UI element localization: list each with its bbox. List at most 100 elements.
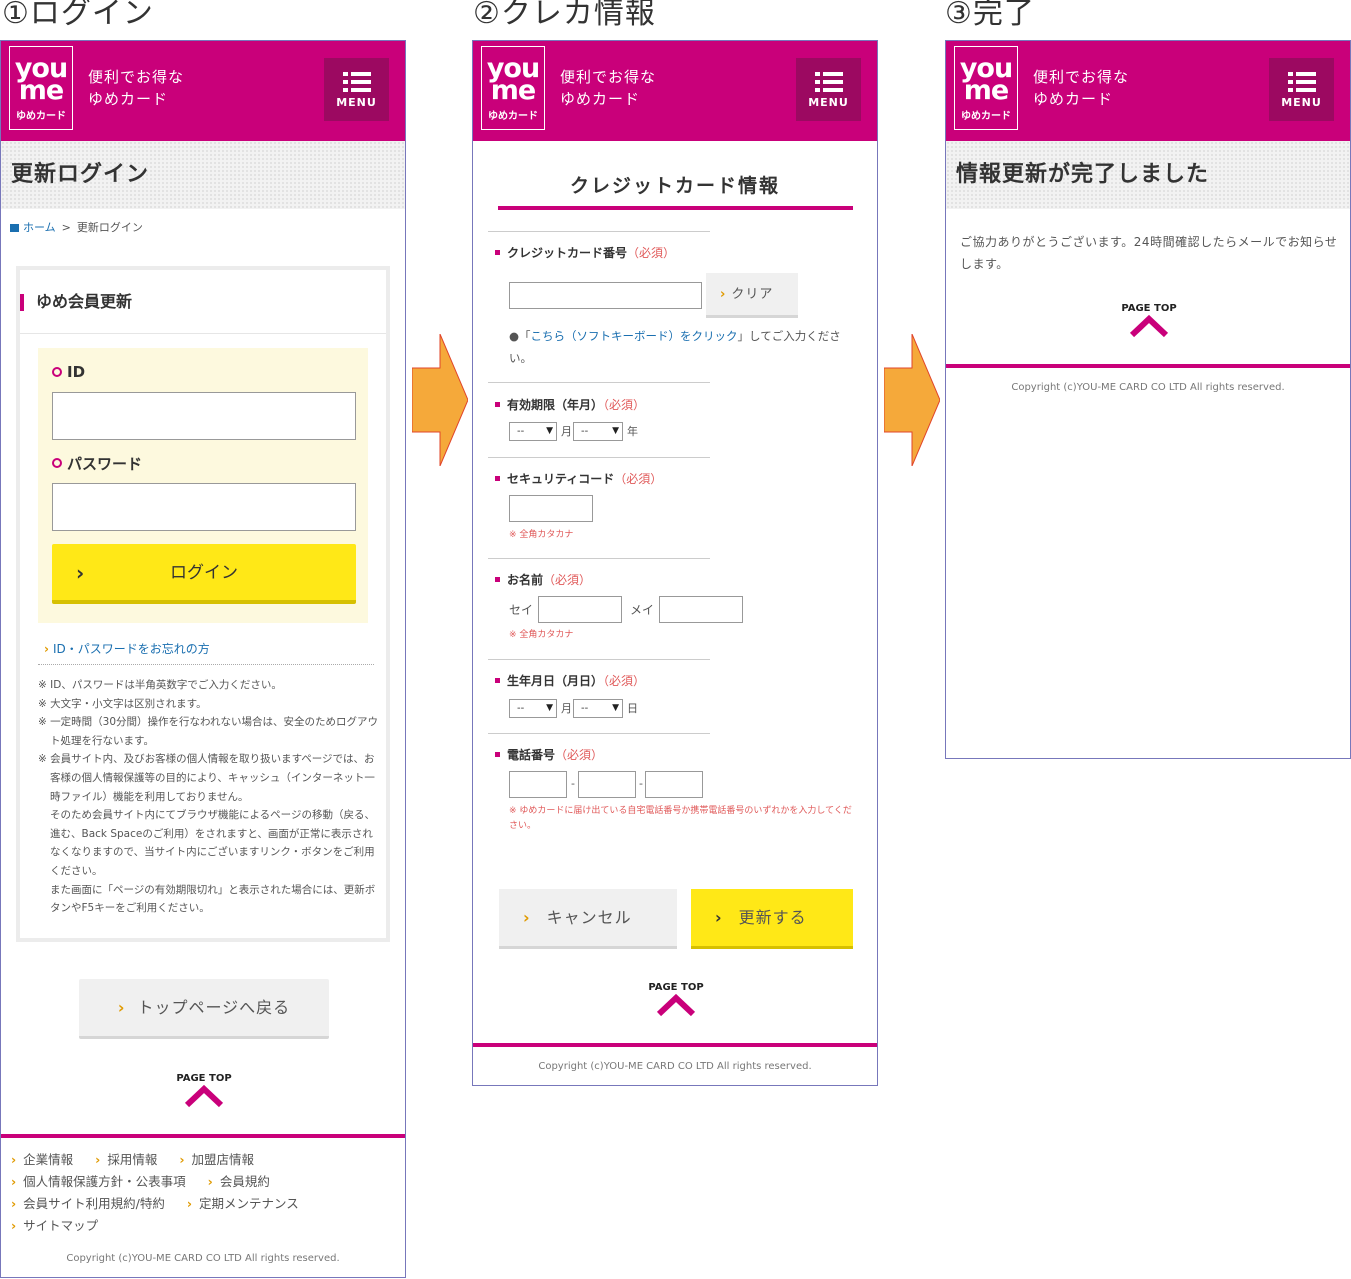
footer-link-label: 会員規約 [219,1174,270,1189]
phone-input-2[interactable] [578,771,636,798]
section-divider [488,733,710,734]
clear-button[interactable]: › クリア [706,273,798,318]
month-unit: 月 [561,425,572,438]
update-button-label: 更新する [738,908,807,927]
tagline-line1: 便利でお得な [1033,68,1130,86]
forgot-password-link[interactable]: › ID・パスワードをお忘れの方 [44,640,210,657]
youme-logo[interactable]: you me ゆめカード [9,46,73,130]
page-top-label: PAGE TOP [648,982,704,993]
page-top-link[interactable]: PAGE TOP [144,1073,264,1108]
footer-link-recruit[interactable]: › 採用情報 [95,1152,157,1167]
id-label-text: ID [67,363,86,381]
ring-bullet-icon [52,458,62,468]
phone-separator: - [571,777,575,790]
back-to-top-page-button[interactable]: › トップページへ戻る [79,979,329,1039]
step-arrow-icon [884,334,940,466]
footer-link-member-terms[interactable]: › 会員規約 [208,1174,270,1189]
menu-button[interactable]: MENU [1269,58,1334,121]
update-button[interactable]: › 更新する [691,889,853,949]
expiry-month-select[interactable]: -- [509,422,557,441]
sei-input[interactable] [538,596,622,623]
chevron-right-icon: › [11,1174,17,1189]
section-divider [488,231,710,232]
chevron-right-icon: › [76,561,85,585]
youme-logo[interactable]: you me ゆめカード [954,46,1018,130]
required-mark: （必須） [543,573,592,587]
section-divider [488,382,710,383]
birth-day-select[interactable]: -- [573,699,623,718]
caret-up-icon [656,993,696,1017]
menu-button[interactable]: MENU [324,58,389,121]
tagline: 便利でお得な ゆめカード [560,66,656,110]
soft-keyboard-link[interactable]: こちら（ソフトキーボード）をクリック [531,329,738,343]
footer-link-privacy[interactable]: › 個人情報保護方針・公表事項 [11,1174,186,1189]
phone-input-1[interactable] [509,771,567,798]
login-button[interactable]: › ログイン [52,544,356,604]
phone-note: ※ ゆめカードに届け出ている自宅電話番号か携帯電話番号のいずれかを入力してくださ… [509,806,852,831]
page-top-link[interactable]: PAGE TOP [1089,303,1209,338]
menu-button[interactable]: MENU [796,58,861,121]
footer-links: › 企業情報 › 採用情報 › 加盟店情報 › 個人情報保護方針・公表事項 › 会員規約 … [11,1149,391,1237]
cancel-button-label: キャンセル [546,908,632,927]
footer-link-company[interactable]: › 企業情報 [11,1152,73,1167]
footer-link-label: サイトマップ [23,1218,99,1233]
forgot-link-label: ID・パスワードをお忘れの方 [52,642,210,656]
menu-label: MENU [1281,96,1322,109]
tagline-line1: 便利でお得な [560,68,657,86]
card-number-label-text: クレジットカード番号 [507,246,628,260]
breadcrumb: ホーム > 更新ログイン [1,209,405,243]
phone-input-3[interactable] [645,771,703,798]
section-divider [488,659,710,660]
login-button-label: ログイン [170,563,238,583]
logo-sub: ゆめカード [961,111,1011,122]
phone-label-text: 電話番号 [507,748,556,762]
credit-card-title: クレジットカード情報 [569,175,780,197]
page-top-link[interactable]: PAGE TOP [616,982,736,1017]
card-number-input[interactable] [509,282,702,309]
login-form: ID パスワード › ログイン [38,348,368,623]
footer-link-maintenance[interactable]: › 定期メンテナンス [187,1196,299,1211]
chevron-right-icon: › [186,1196,193,1211]
page-top-label: PAGE TOP [1121,303,1177,314]
tagline-line2: ゆめカード [1033,90,1114,108]
footer-link-label: 企業情報 [23,1152,74,1167]
section-divider [488,558,710,559]
expiry-label: 有効期限（年月）（必須） [495,396,645,413]
keyboard-note-open: 「 [519,329,531,343]
id-input[interactable] [52,392,356,440]
chevron-right-icon: › [179,1152,185,1167]
name-label: お名前（必須） [495,571,591,588]
security-code-input[interactable] [509,495,593,522]
footer-link-merchant[interactable]: › 加盟店情報 [179,1152,254,1167]
step-title-complete: ③完了 [945,0,1035,31]
footer-divider [946,364,1350,368]
birth-month-select[interactable]: -- [509,699,557,718]
card-number-label: クレジットカード番号（必須） [495,244,675,261]
footer-link-label: 会員サイト利用規約/特約 [23,1196,165,1211]
expiry-year-select[interactable]: -- [573,422,623,441]
caret-up-icon [184,1084,224,1108]
completion-message: ご協力ありがとうございます。24時間確認したらメールでお知らせします。 [960,235,1338,271]
chevron-right-icon: › [11,1152,17,1167]
password-input[interactable] [52,483,356,531]
katakana-note: ※ 全角カタカナ [509,530,574,540]
required-mark: （必須） [603,398,646,412]
footer-link-site-terms[interactable]: › 会員サイト利用規約/特約 [11,1196,165,1211]
mei-input[interactable] [659,596,743,623]
footer-link-label: 定期メンテナンス [199,1196,299,1211]
footer-link-sitemap[interactable]: › サイトマップ [11,1218,98,1233]
login-notes: ※ ID、パスワードは半角英数字でご入力ください。 ※ 大文字・小文字は区別され… [38,676,378,918]
chevron-right-icon: › [207,1174,213,1189]
complete-panel: you me ゆめカード 便利でお得な ゆめカード MENU 情報更新が完了しま… [945,40,1351,759]
keyboard-note: ●「こちら（ソフトキーボード）をクリック」してご入力ください。 [509,325,859,369]
cancel-button[interactable]: › キャンセル [499,889,677,949]
credit-card-panel: you me ゆめカード 便利でお得な ゆめカード MENU クレジットカード情… [472,40,878,1086]
copyright: Copyright (c)YOU-ME CARD CO LTD All righ… [66,1253,340,1264]
chevron-right-icon: › [715,908,723,927]
breadcrumb-home-link[interactable]: ホーム [23,221,56,234]
phone-label: 電話番号（必須） [495,746,603,763]
step-arrow-icon [412,334,468,466]
youme-logo[interactable]: you me ゆめカード [481,46,545,130]
logo-me: me [490,75,536,106]
breadcrumb-separator: > [61,221,71,234]
